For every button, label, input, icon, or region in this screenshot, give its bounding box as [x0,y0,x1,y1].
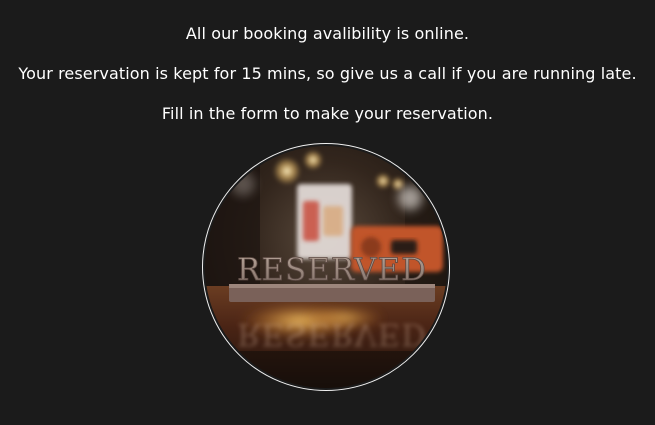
booking-availability-text: All our booking avalibility is online. [185,24,470,43]
reservation-hold-text: Your reservation is kept for 15 mins, so… [18,64,637,83]
reserved-sign-text: RESERVED [237,252,427,288]
reservation-info-section: All our booking avalibility is online. Y… [0,0,655,425]
form-instruction-text: Fill in the form to make your reservatio… [161,104,494,123]
reserved-sign-image: RESERVED RESERVED [205,146,447,388]
reserved-sign-reflection: RESERVED [237,316,427,352]
